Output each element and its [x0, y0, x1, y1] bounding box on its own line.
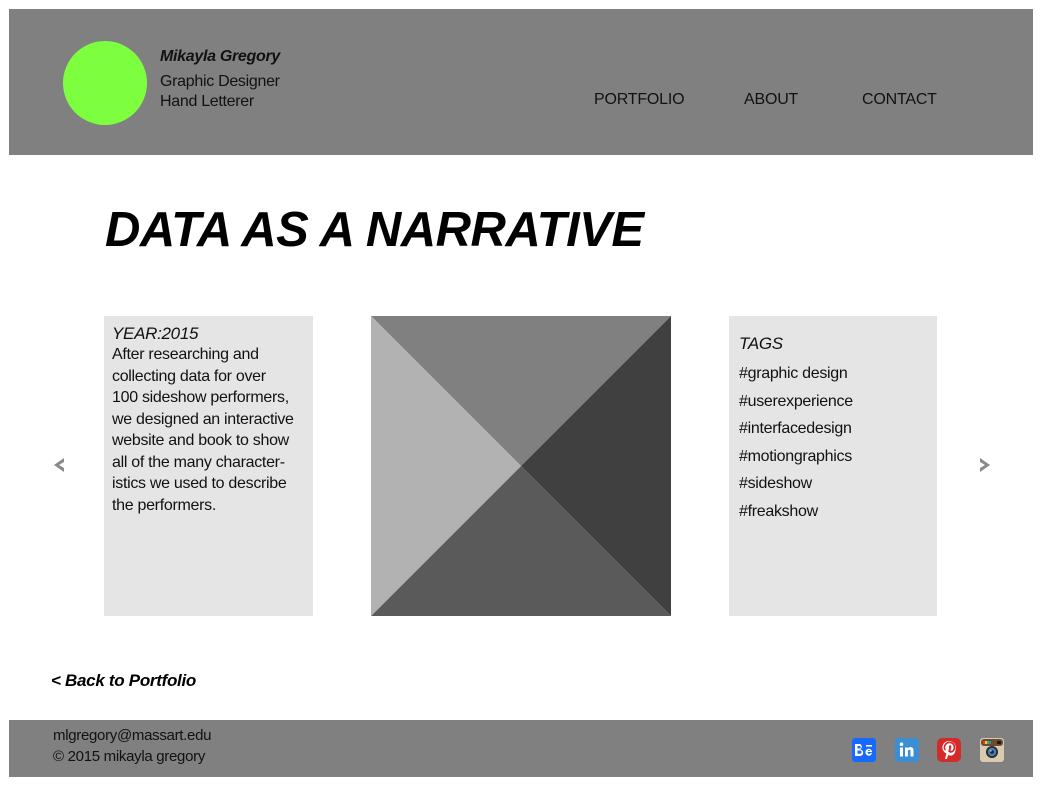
nav-portfolio[interactable]: PORTFOLIO	[594, 91, 685, 109]
tag-item[interactable]: #motiongraphics	[739, 443, 937, 471]
nav-about[interactable]: ABOUT	[744, 91, 798, 109]
linkedin-icon[interactable]	[895, 738, 919, 762]
project-year: YEAR:2015	[112, 324, 199, 343]
chevron-right-icon[interactable]	[976, 452, 996, 478]
brand-role-1: Graphic Designer	[160, 73, 280, 90]
tag-item[interactable]: #userexperience	[739, 388, 937, 416]
page-title: DATA AS A NARRATIVE	[105, 203, 644, 257]
tag-item[interactable]: #graphic design	[739, 360, 937, 388]
site-header: Mikayla Gregory Graphic Designer Hand Le…	[9, 9, 1033, 155]
back-to-portfolio-link[interactable]: < Back to Portfolio	[51, 671, 196, 691]
brand-role-2: Hand Letterer	[160, 93, 254, 110]
tags-heading: TAGS	[739, 334, 783, 353]
project-info-panel: YEAR:2015 After researching and collecti…	[104, 316, 313, 616]
instagram-icon[interactable]	[980, 738, 1004, 762]
tag-item[interactable]: #sideshow	[739, 470, 937, 498]
tag-item[interactable]: #interfacedesign	[739, 415, 937, 443]
tag-item[interactable]: #freakshow	[739, 498, 937, 526]
footer-copyright: © 2015 mikayla gregory	[53, 748, 206, 765]
project-description: After researching and collecting data fo…	[112, 346, 294, 514]
site-footer: mlgregory@massart.edu © 2015 mikayla gre…	[9, 720, 1033, 777]
behance-icon[interactable]	[852, 738, 876, 762]
nav-contact[interactable]: CONTACT	[862, 91, 937, 109]
tags-panel: TAGS #graphic design #userexperience #in…	[729, 316, 937, 616]
pinterest-icon[interactable]	[937, 738, 961, 762]
project-image-placeholder[interactable]	[371, 316, 671, 616]
logo-circle[interactable]	[63, 41, 147, 125]
footer-email[interactable]: mlgregory@massart.edu	[53, 727, 211, 744]
chevron-left-icon[interactable]	[50, 452, 70, 478]
brand-name[interactable]: Mikayla Gregory	[160, 48, 280, 66]
